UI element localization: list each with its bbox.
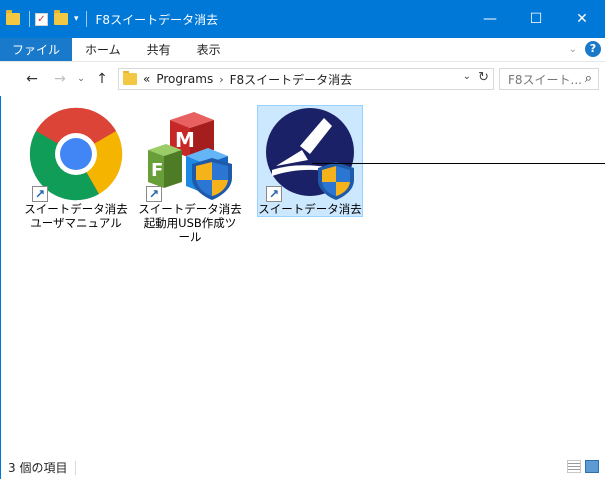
folder-icon: [6, 10, 20, 25]
eraser-shield-icon: ↗: [262, 106, 358, 202]
tab-view[interactable]: 表示: [184, 38, 234, 61]
details-view-icon[interactable]: [567, 460, 581, 473]
file-list[interactable]: ↗ スイートデータ消去ユーザマニュアル M F ↗ スイートデータ消去起動用US…: [0, 96, 605, 454]
breadcrumb-current[interactable]: F8スイートデータ消去: [230, 71, 353, 88]
ribbon-controls: ⌄ ?: [569, 41, 601, 57]
help-icon[interactable]: ?: [585, 41, 601, 57]
mf-boxes-shield-icon: M F ↗: [142, 106, 238, 202]
new-folder-icon[interactable]: [54, 10, 68, 25]
shortcut-arrow-icon: ↗: [32, 186, 48, 202]
navigation-bar: ← → ⌄ ↑ « Programs › F8スイートデータ消去 ⌄ ↻ F8ス…: [0, 62, 605, 96]
window-controls: — ☐ ✕: [467, 0, 605, 38]
folder-icon: [123, 71, 137, 85]
window-title: F8スイートデータ消去: [95, 12, 219, 27]
address-bar[interactable]: « Programs › F8スイートデータ消去 ⌄ ↻: [118, 68, 494, 90]
forward-arrow-icon[interactable]: →: [50, 71, 70, 87]
shortcut-arrow-icon: ↗: [266, 186, 282, 202]
search-box[interactable]: F8スイート... ⌕: [499, 68, 599, 90]
divider: [75, 460, 77, 475]
minimize-button[interactable]: —: [467, 0, 513, 38]
maximize-button[interactable]: ☐: [513, 0, 559, 38]
item-count: 3 個の項目: [8, 461, 68, 475]
properties-icon[interactable]: ✓: [35, 12, 48, 26]
up-arrow-icon[interactable]: ↑: [92, 71, 112, 87]
breadcrumb-overflow[interactable]: «: [143, 72, 150, 86]
shortcut-arrow-icon: ↗: [146, 186, 162, 202]
tab-file[interactable]: ファイル: [0, 38, 73, 61]
refresh-icon[interactable]: ↻: [478, 70, 489, 85]
status-bar: 3 個の項目: [0, 456, 605, 479]
view-toggle: [567, 460, 599, 473]
list-item[interactable]: M F ↗ スイートデータ消去起動用USB作成ツール: [138, 106, 242, 244]
breadcrumb-programs[interactable]: Programs: [156, 72, 213, 86]
address-dropdown-icon[interactable]: ⌄: [463, 71, 471, 82]
tab-share[interactable]: 共有: [134, 38, 184, 61]
close-button[interactable]: ✕: [559, 0, 605, 38]
search-placeholder: F8スイート...: [508, 72, 582, 87]
list-item[interactable]: ↗ スイートデータ消去ユーザマニュアル: [24, 106, 128, 230]
divider: [29, 11, 30, 27]
ribbon-tabs: ファイル ホーム 共有 表示 ⌄ ?: [0, 38, 605, 62]
svg-text:F: F: [151, 160, 163, 181]
item-label: スイートデータ消去: [258, 202, 362, 216]
divider: [85, 11, 87, 27]
item-label: スイートデータ消去ユーザマニュアル: [24, 202, 128, 230]
callout-line: [312, 163, 605, 164]
recent-locations-icon[interactable]: ⌄: [74, 74, 88, 84]
customize-toolbar-icon[interactable]: ▾: [74, 14, 79, 24]
tab-home[interactable]: ホーム: [72, 38, 134, 61]
list-item[interactable]: ↗ スイートデータ消去: [257, 105, 363, 217]
breadcrumb-separator[interactable]: ›: [219, 73, 223, 86]
chrome-icon: ↗: [28, 106, 124, 202]
svg-text:M: M: [175, 128, 195, 152]
quick-access-toolbar: ✓ ▾: [0, 0, 92, 38]
expand-ribbon-icon[interactable]: ⌄: [569, 44, 577, 55]
search-icon[interactable]: ⌕: [585, 71, 592, 86]
item-label: スイートデータ消去起動用USB作成ツール: [138, 202, 242, 244]
title-bar[interactable]: ✓ ▾ F8スイートデータ消去 — ☐ ✕: [0, 0, 605, 38]
back-arrow-icon[interactable]: ←: [22, 71, 42, 87]
large-icons-view-icon[interactable]: [585, 460, 599, 473]
